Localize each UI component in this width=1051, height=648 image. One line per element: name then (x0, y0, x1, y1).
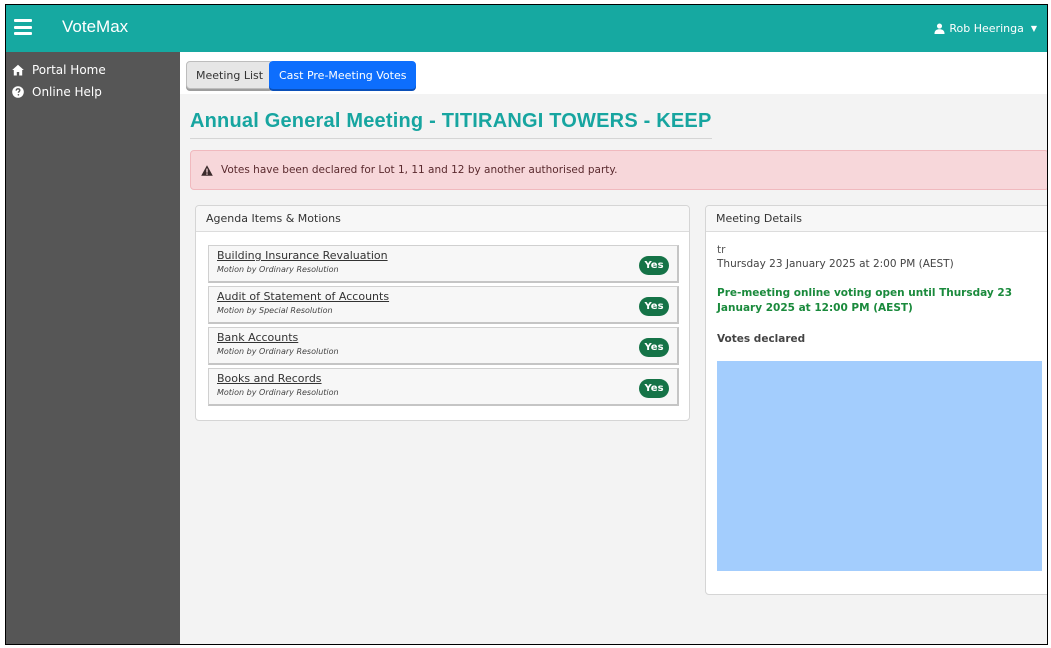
top-navbar: VoteMax Rob Heeringa ▼ (6, 5, 1047, 52)
main-content: Meeting List Cast Pre-Meeting Votes Annu… (180, 52, 1047, 644)
motion-type: Motion by Special Resolution (217, 306, 333, 315)
user-icon (934, 23, 945, 34)
meeting-name: tr (717, 244, 726, 256)
tab-meeting-list[interactable]: Meeting List (186, 61, 274, 89)
sidebar-item-label: Online Help (32, 85, 102, 99)
user-menu[interactable]: Rob Heeringa ▼ (934, 22, 1037, 35)
votes-declared-box (717, 361, 1042, 571)
warning-icon (201, 164, 213, 176)
app-frame: VoteMax Rob Heeringa ▼ Portal Home Onlin… (5, 4, 1048, 645)
meeting-details-panel: Meeting Details tr Thursday 23 January 2… (705, 205, 1047, 595)
app-brand[interactable]: VoteMax (62, 17, 128, 37)
list-item: Bank Accounts Motion by Ordinary Resolut… (208, 327, 679, 365)
tab-bar: Meeting List Cast Pre-Meeting Votes (180, 52, 1047, 94)
sidebar-item-portal-home[interactable]: Portal Home (6, 59, 180, 81)
vote-badge[interactable]: Yes (639, 338, 669, 357)
agenda-panel: Agenda Items & Motions Building Insuranc… (195, 205, 690, 421)
motion-title[interactable]: Audit of Statement of Accounts (217, 290, 677, 303)
alert-text: Votes have been declared for Lot 1, 11 a… (221, 164, 618, 176)
agenda-panel-header: Agenda Items & Motions (196, 206, 689, 232)
tab-cast-pre-meeting-votes[interactable]: Cast Pre-Meeting Votes (269, 61, 417, 89)
motion-list: Building Insurance Revaluation Motion by… (196, 232, 689, 406)
motion-type: Motion by Ordinary Resolution (217, 347, 339, 356)
votes-declared-label: Votes declared (717, 333, 806, 345)
sidebar: Portal Home Online Help (6, 52, 180, 644)
motion-title[interactable]: Building Insurance Revaluation (217, 249, 677, 262)
meeting-details-body: tr Thursday 23 January 2025 at 2:00 PM (… (706, 232, 1047, 345)
user-name: Rob Heeringa (949, 22, 1024, 35)
meeting-panel-header: Meeting Details (706, 206, 1047, 232)
help-icon (12, 86, 24, 98)
motion-title[interactable]: Books and Records (217, 372, 677, 385)
list-item: Books and Records Motion by Ordinary Res… (208, 368, 679, 406)
vote-badge[interactable]: Yes (639, 297, 669, 316)
sidebar-item-label: Portal Home (32, 63, 106, 77)
motion-type: Motion by Ordinary Resolution (217, 265, 339, 274)
votes-declared-alert: Votes have been declared for Lot 1, 11 a… (190, 150, 1047, 190)
list-item: Audit of Statement of Accounts Motion by… (208, 286, 679, 324)
chevron-down-icon: ▼ (1030, 24, 1037, 33)
home-icon (12, 64, 24, 76)
motion-title[interactable]: Bank Accounts (217, 331, 677, 344)
sidebar-item-online-help[interactable]: Online Help (6, 81, 180, 103)
prevote-status: Pre-meeting online voting open until Thu… (717, 287, 1012, 314)
vote-badge[interactable]: Yes (639, 379, 669, 398)
meeting-date: Thursday 23 January 2025 at 2:00 PM (AES… (717, 258, 954, 270)
list-item: Building Insurance Revaluation Motion by… (208, 245, 679, 283)
vote-badge[interactable]: Yes (639, 256, 669, 275)
motion-type: Motion by Ordinary Resolution (217, 388, 339, 397)
page-title: Annual General Meeting - TITIRANGI TOWER… (190, 110, 712, 139)
hamburger-menu-icon[interactable] (14, 19, 32, 35)
